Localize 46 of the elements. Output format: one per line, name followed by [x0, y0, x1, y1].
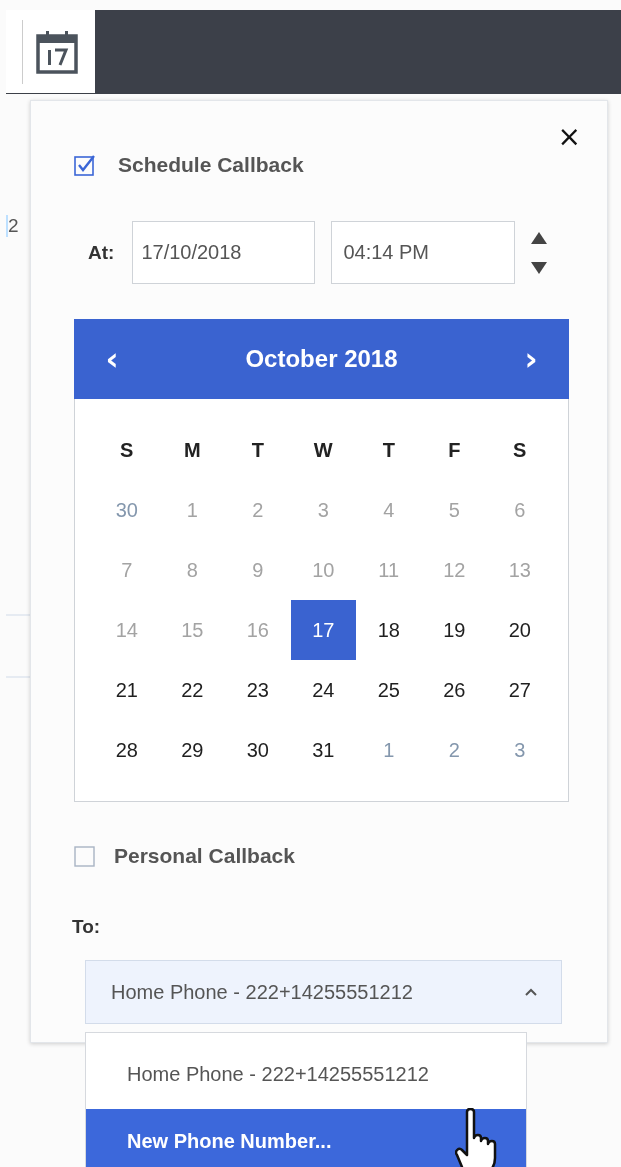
- weekday-label: M: [182, 437, 202, 463]
- weekday-label: S: [119, 437, 135, 463]
- calendar-day[interactable]: 2: [421, 720, 487, 780]
- up-arrow-icon[interactable]: [531, 231, 548, 244]
- close-button[interactable]: ×: [557, 123, 581, 151]
- down-arrow-icon[interactable]: [531, 261, 548, 274]
- caret-icon: [525, 988, 537, 996]
- month-title: October 2018: [245, 345, 398, 373]
- calendar-day[interactable]: 3: [487, 720, 553, 780]
- calendar-icon[interactable]: [35, 29, 79, 74]
- calendar-day[interactable]: 20: [487, 600, 553, 660]
- to-label: To:: [72, 916, 102, 938]
- calendar-day[interactable]: 30: [225, 720, 291, 780]
- calendar-day[interactable]: 29: [159, 720, 225, 780]
- calendar-day[interactable]: 31: [290, 720, 356, 780]
- time-field[interactable]: 04:14 PM: [331, 221, 516, 284]
- calendar-day[interactable]: 1: [356, 720, 422, 780]
- calendar-day[interactable]: 19: [421, 600, 487, 660]
- checkbox[interactable]: [74, 154, 96, 176]
- previous-month-button[interactable]: ‹: [74, 340, 150, 378]
- dropdown-option[interactable]: Home Phone - 222+14255551212: [86, 1054, 526, 1109]
- weekday-label: S: [512, 437, 528, 463]
- weekday-label: T: [381, 437, 396, 463]
- at-label: At:: [88, 241, 115, 264]
- calendar-day[interactable]: 21: [94, 660, 160, 720]
- weekday-label: T: [250, 437, 265, 463]
- checkbox[interactable]: [74, 845, 96, 867]
- dropdown-option[interactable]: New Phone Number...: [86, 1109, 526, 1167]
- weekday-label: F: [447, 437, 462, 463]
- next-month-button[interactable]: ›: [493, 340, 569, 378]
- calendar-day[interactable]: 25: [356, 660, 422, 720]
- calendar-day[interactable]: 28: [94, 720, 160, 780]
- weekday-label: W: [312, 437, 334, 463]
- calendar-day[interactable]: 23: [225, 660, 291, 720]
- calendar-day[interactable]: 17: [290, 600, 356, 660]
- calendar-day[interactable]: 22: [159, 660, 225, 720]
- phone-dropdown[interactable]: Home Phone - 222+14255551212: [85, 960, 562, 1024]
- calendar-day[interactable]: 18: [356, 600, 422, 660]
- date-field[interactable]: 17/10/2018: [132, 221, 316, 284]
- calendar-day[interactable]: 27: [487, 660, 553, 720]
- calendar-day[interactable]: 30: [94, 480, 160, 540]
- checkbox-label: Schedule Callback: [118, 153, 304, 177]
- calendar-day[interactable]: 26: [421, 660, 487, 720]
- checkbox-label: Personal Callback: [114, 844, 295, 868]
- calendar-day[interactable]: 24: [290, 660, 356, 720]
- dropdown-value: Home Phone - 222+14255551212: [111, 980, 413, 1004]
